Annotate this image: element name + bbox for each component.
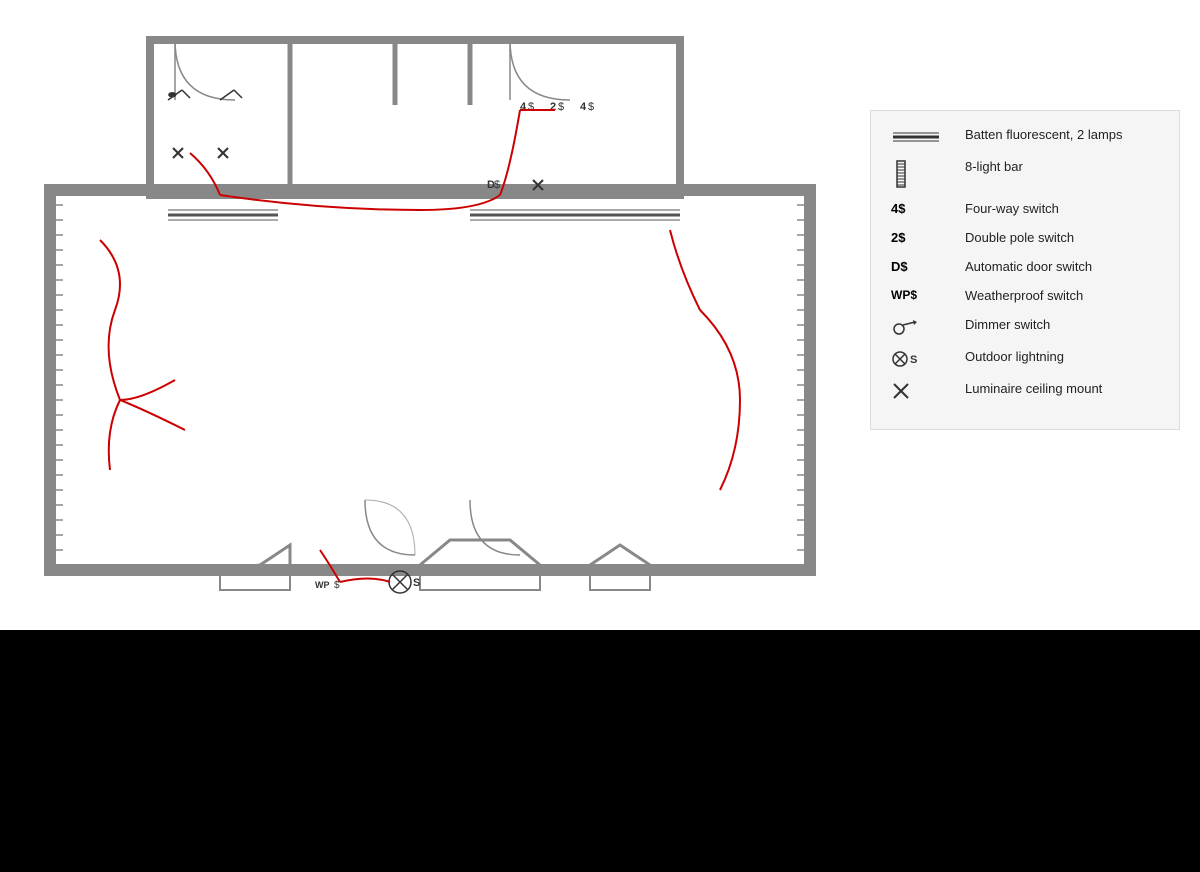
- svg-text:4: 4: [520, 101, 527, 113]
- lightbar-symbol: [891, 159, 951, 189]
- batten-symbol: [891, 127, 951, 147]
- lightbar-label: 8-light bar: [965, 159, 1023, 176]
- svg-text:$: $: [494, 179, 500, 191]
- black-bar: [0, 630, 1200, 872]
- legend-item-outdoor: S Outdoor lightning: [891, 349, 1159, 369]
- legend-item-autodoor: D$ Automatic door switch: [891, 259, 1159, 276]
- legend-item-doublepole: 2$ Double pole switch: [891, 230, 1159, 247]
- legend-item-batten: Batten fluorescent, 2 lamps: [891, 127, 1159, 147]
- luminaire-label: Luminaire ceiling mount: [965, 381, 1102, 398]
- outdoor-label: Outdoor lightning: [965, 349, 1064, 366]
- svg-text:S: S: [910, 354, 917, 366]
- dimmer-symbol: [891, 317, 951, 337]
- svg-text:WP: WP: [315, 580, 330, 590]
- autodoor-label: Automatic door switch: [965, 259, 1092, 276]
- legend-item-dimmer: Dimmer switch: [891, 317, 1159, 337]
- fourway-label: Four-way switch: [965, 201, 1059, 218]
- fourway-symbol: 4$: [891, 201, 951, 216]
- svg-text:$: $: [558, 101, 564, 113]
- legend-item-lightbar: 8-light bar: [891, 159, 1159, 189]
- floorplan-svg: ⬬ 4 $ 2 $ 4 $ D $: [20, 10, 820, 600]
- autodoor-symbol: D$: [891, 259, 951, 274]
- luminaire-symbol: [891, 381, 951, 401]
- svg-text:S: S: [413, 577, 420, 589]
- outdoor-symbol: S: [891, 349, 951, 369]
- legend-panel: Batten fluorescent, 2 lamps 8-light bar: [870, 110, 1180, 430]
- weatherproof-label: Weatherproof switch: [965, 288, 1083, 305]
- svg-text:4: 4: [580, 101, 587, 113]
- doublepole-label: Double pole switch: [965, 230, 1074, 247]
- legend-item-fourway: 4$ Four-way switch: [891, 201, 1159, 218]
- svg-text:2: 2: [550, 101, 556, 113]
- svg-text:$: $: [528, 101, 534, 113]
- svg-text:$: $: [588, 101, 594, 113]
- legend-item-luminaire: Luminaire ceiling mount: [891, 381, 1159, 401]
- doublepole-symbol: 2$: [891, 230, 951, 245]
- dimmer-label: Dimmer switch: [965, 317, 1050, 334]
- batten-label: Batten fluorescent, 2 lamps: [965, 127, 1123, 144]
- legend-item-weatherproof: WP$ Weatherproof switch: [891, 288, 1159, 305]
- weatherproof-symbol: WP$: [891, 288, 951, 302]
